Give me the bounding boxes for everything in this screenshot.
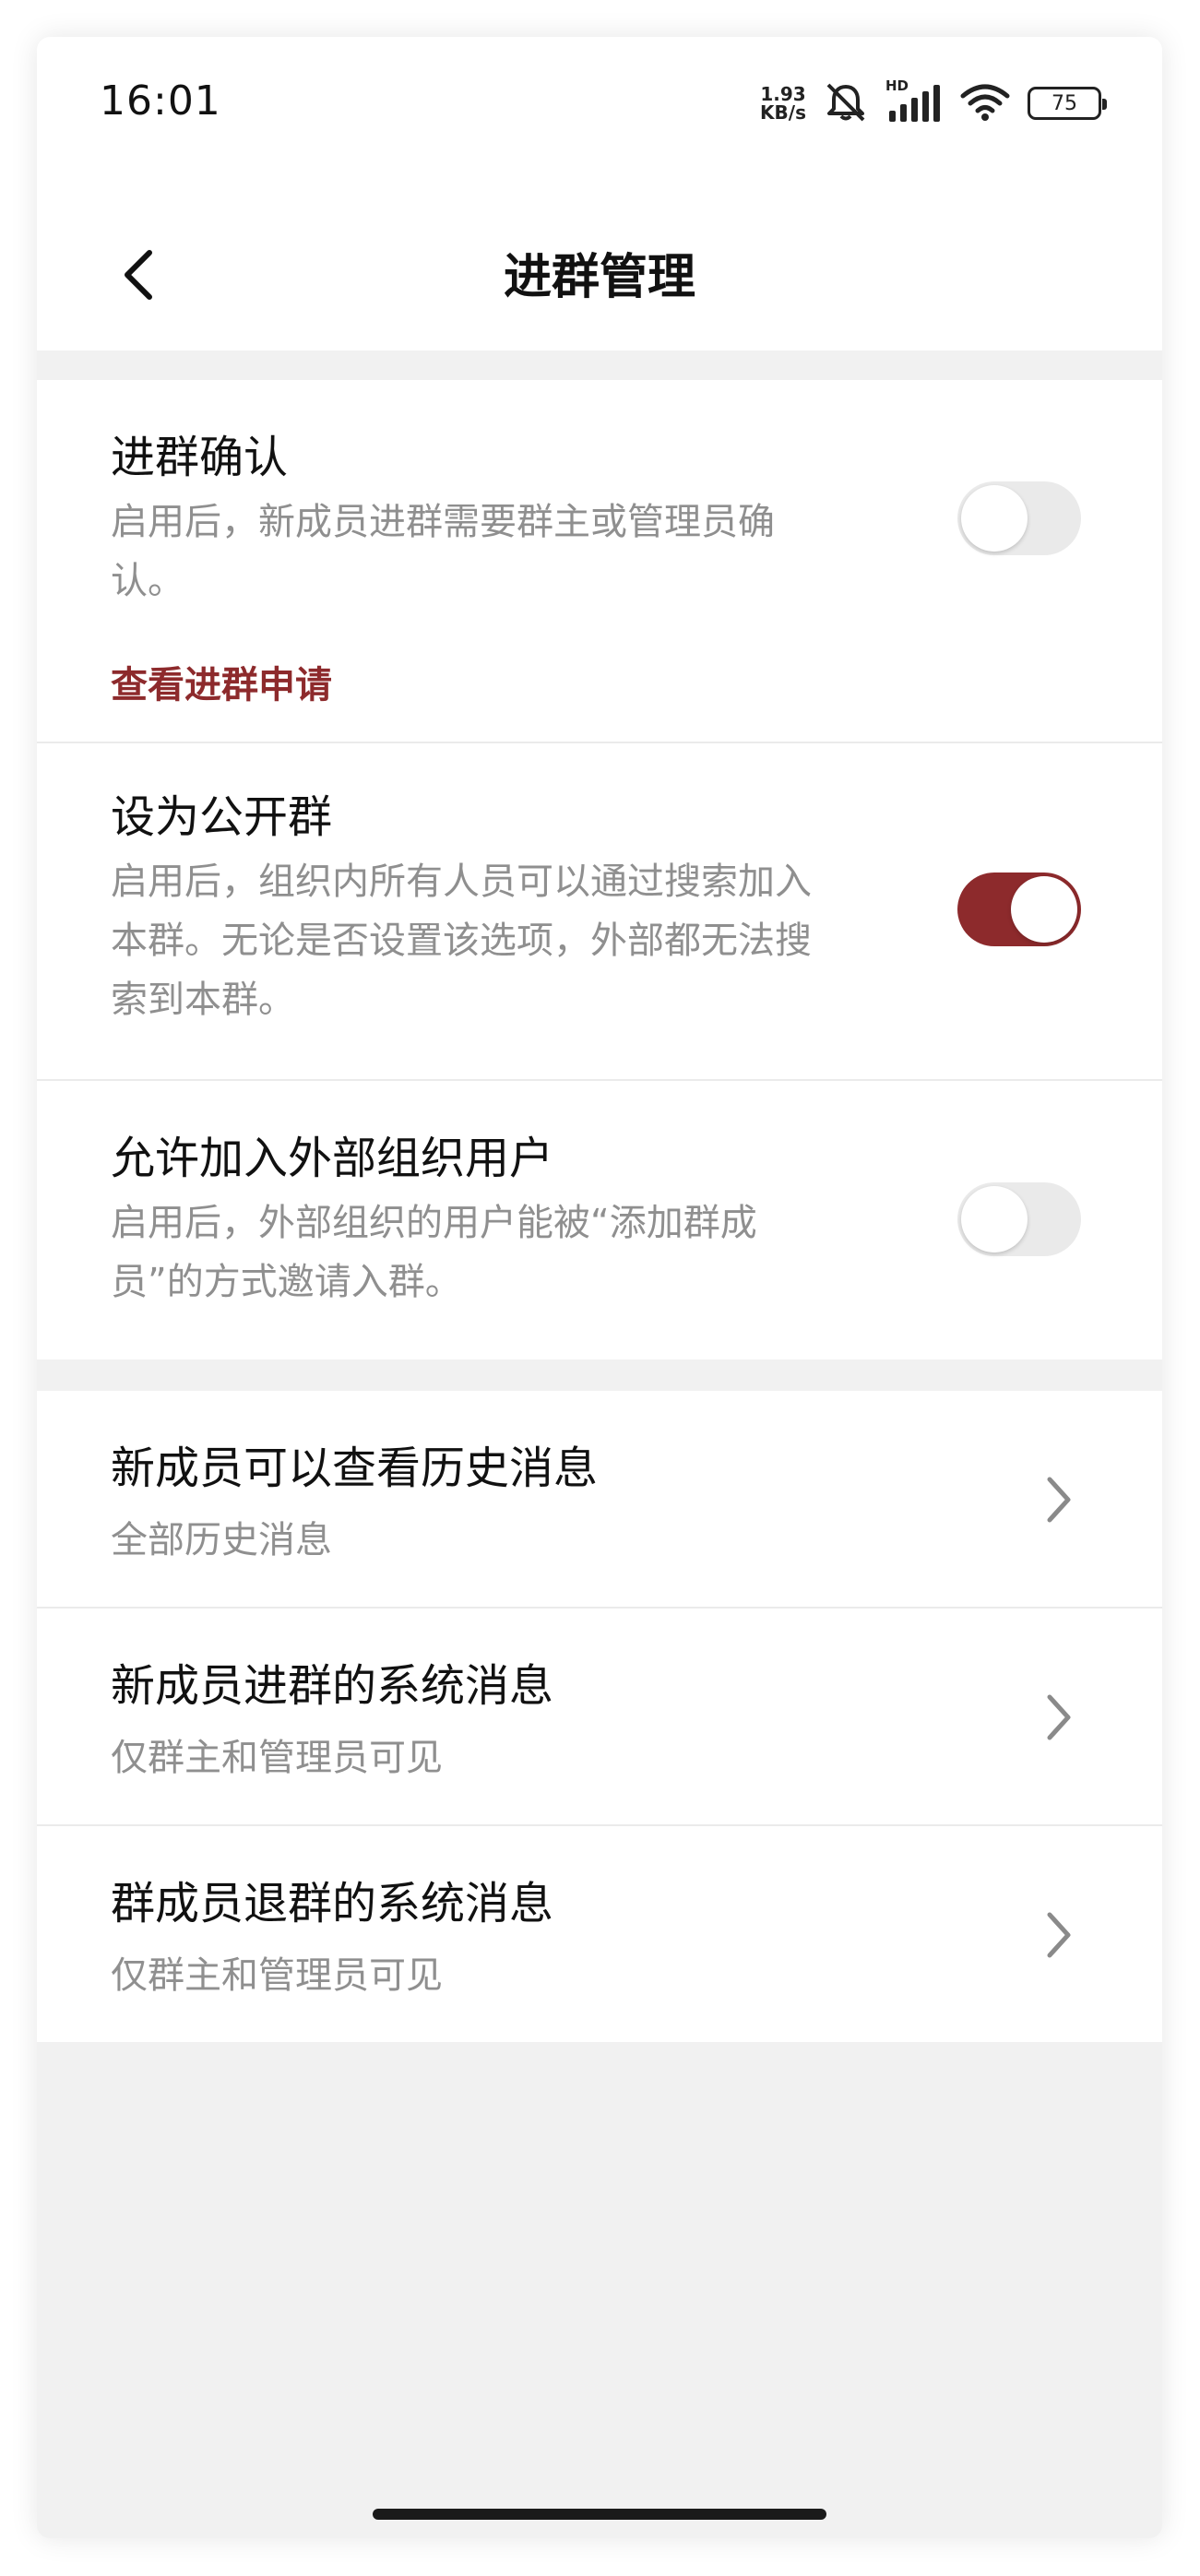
network-speed: 1.93 KB/s [760,85,806,122]
leave-system-message-title: 群成员退群的系统消息 [111,1878,554,1929]
chevron-right-icon [1047,1694,1071,1740]
join-confirm-row: 进群确认 启用后，新成员进群需要群主或管理员确认。 查看进群申请 [37,380,1162,742]
battery-level: 75 [1051,91,1077,115]
public-group-toggle[interactable] [957,873,1081,946]
public-group-title: 设为公开群 [111,791,333,843]
view-join-requests-link[interactable]: 查看进群申请 [111,655,332,708]
history-messages-value: 全部历史消息 [111,1519,332,1561]
toggle-knob [1011,876,1077,943]
join-system-message-row[interactable]: 新成员进群的系统消息 仅群主和管理员可见 [37,1609,1162,1824]
page-title: 进群管理 [503,250,695,305]
signal-icon: HD [885,77,943,124]
wifi-icon [959,81,1011,125]
join-confirm-toggle[interactable] [957,481,1081,555]
public-group-desc: 启用后，组织内所有人员可以通过搜索加入本群。无论是否设置该选项，外部都无法搜索到… [111,861,812,1021]
status-time: 16:01 [100,77,221,125]
battery-icon: 75 [1028,87,1107,120]
toggle-settings-section: 进群确认 启用后，新成员进群需要群主或管理员确认。 查看进群申请 设为公开群 启… [37,380,1162,1359]
phone-screen: 16:01 1.93 KB/s HD 75 进群管理 进群确认 启用后，新成员进… [37,37,1162,2538]
toggle-knob [961,485,1028,552]
toggle-knob [961,1186,1028,1252]
status-bar: 16:01 1.93 KB/s HD 75 [37,37,1162,203]
leave-system-message-value: 仅群主和管理员可见 [111,1954,443,1997]
network-speed-unit: KB/s [760,101,806,124]
history-messages-row[interactable]: 新成员可以查看历史消息 全部历史消息 [37,1391,1162,1607]
mute-icon [823,81,869,125]
chevron-right-icon [1047,1912,1071,1958]
status-icons: 1.93 KB/s HD 75 [760,77,1107,127]
home-indicator [373,2509,826,2520]
join-confirm-title: 进群确认 [111,432,289,483]
join-confirm-desc: 启用后，新成员进群需要群主或管理员确认。 [111,501,775,602]
external-users-row: 允许加入外部组织用户 启用后，外部组织的用户能被“添加群成员”的方式邀请入群。 [37,1081,1162,1359]
public-group-row: 设为公开群 启用后，组织内所有人员可以通过搜索加入本群。无论是否设置该选项，外部… [37,743,1162,1079]
leave-system-message-row[interactable]: 群成员退群的系统消息 仅群主和管理员可见 [37,1826,1162,2042]
external-users-toggle[interactable] [957,1182,1081,1256]
network-speed-value: 1.93 [760,83,806,105]
external-users-desc: 启用后，外部组织的用户能被“添加群成员”的方式邀请入群。 [111,1202,757,1303]
nav-bar: 进群管理 [37,203,1162,350]
message-settings-section: 新成员可以查看历史消息 全部历史消息 新成员进群的系统消息 仅群主和管理员可见 … [37,1391,1162,2042]
join-system-message-value: 仅群主和管理员可见 [111,1737,443,1779]
history-messages-title: 新成员可以查看历史消息 [111,1442,599,1494]
external-users-title: 允许加入外部组织用户 [111,1133,554,1184]
join-system-message-title: 新成员进群的系统消息 [111,1660,554,1712]
chevron-right-icon [1047,1477,1071,1523]
